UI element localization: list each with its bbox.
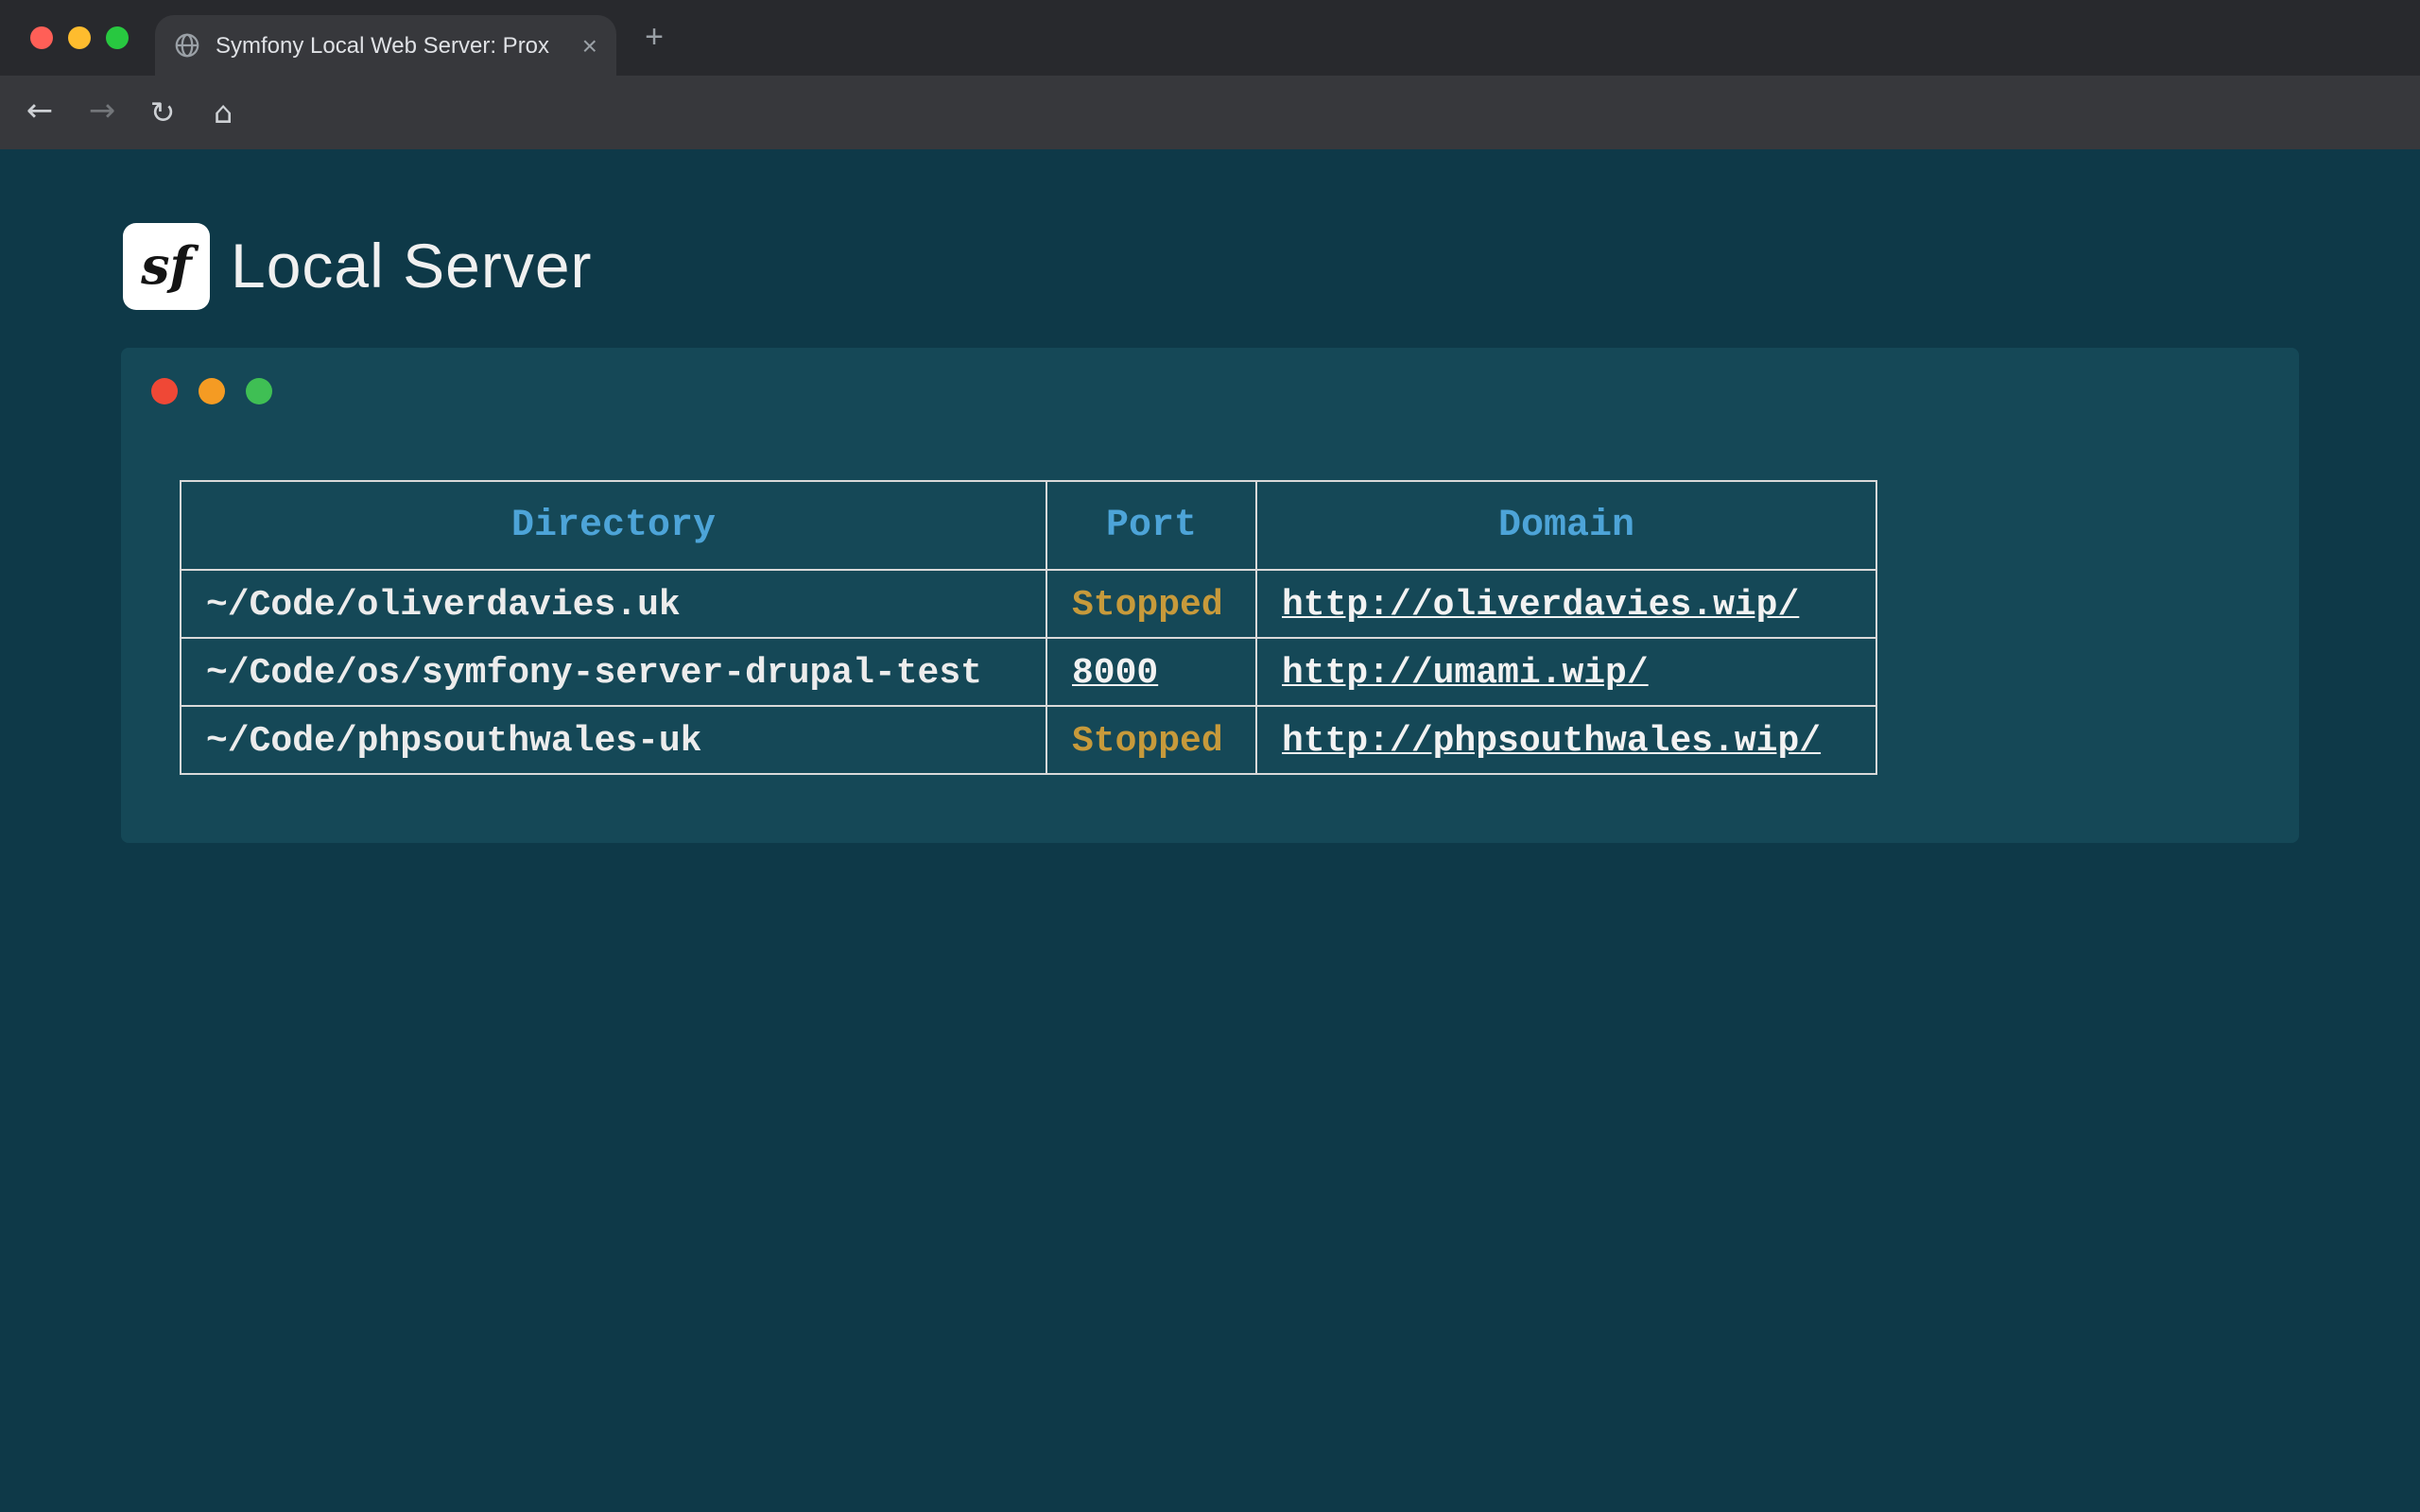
domain-cell: http://umami.wip/ [1256, 638, 1876, 706]
home-icon[interactable]: ⌂ [199, 76, 248, 149]
window-close-button[interactable] [30, 26, 53, 49]
reload-icon[interactable]: ↻ [138, 76, 187, 149]
page-title: Local Server [231, 223, 593, 310]
domain-link[interactable]: http://oliverdavies.wip/ [1282, 583, 1799, 625]
directory-cell: ~/Code/os/symfony-server-drupal-test [181, 638, 1046, 706]
directory-cell: ~/Code/phpsouthwales-uk [181, 706, 1046, 774]
panel-dot-red [151, 378, 178, 404]
table-row: ~/Code/os/symfony-server-drupal-test 800… [181, 638, 1876, 706]
port-status: Stopped [1046, 706, 1256, 774]
header-port: Port [1046, 481, 1256, 570]
new-tab-button[interactable]: + [631, 15, 677, 60]
window-zoom-button[interactable] [106, 26, 129, 49]
server-panel: Directory Port Domain ~/Code/oliverdavie… [121, 348, 2299, 843]
domain-link[interactable]: http://phpsouthwales.wip/ [1282, 719, 1821, 761]
panel-dot-orange [199, 378, 225, 404]
tab-favicon-globe-icon [174, 32, 200, 59]
table-row: ~/Code/phpsouthwales-uk Stopped http://p… [181, 706, 1876, 774]
browser-toolbar: ← → ↻ ⌂ i localhost:7080 ★ ••• ⚙ ⚙ U ⊚ ☁… [0, 76, 2420, 149]
table-row: ~/Code/oliverdavies.uk Stopped http://ol… [181, 570, 1876, 638]
symfony-logo: sf [123, 223, 210, 310]
tab-strip: Symfony Local Web Server: Prox × + [0, 0, 2420, 76]
tab-title: Symfony Local Web Server: Prox [216, 32, 567, 59]
tab-close-icon[interactable]: × [582, 32, 597, 59]
page-content: sf Local Server Directory Port Domain [0, 149, 2420, 1512]
header-domain: Domain [1256, 481, 1876, 570]
symfony-logo-text: sf [141, 237, 192, 296]
directory-cell: ~/Code/oliverdavies.uk [181, 570, 1046, 638]
table-header-row: Directory Port Domain [181, 481, 1876, 570]
active-tab[interactable]: Symfony Local Web Server: Prox × [155, 15, 616, 76]
domain-cell: http://oliverdavies.wip/ [1256, 570, 1876, 638]
back-icon[interactable]: ← [15, 76, 64, 149]
forward-icon[interactable]: → [78, 76, 127, 149]
port-link[interactable]: 8000 [1072, 651, 1158, 693]
port-cell: 8000 [1046, 638, 1256, 706]
window-minimize-button[interactable] [68, 26, 91, 49]
panel-dot-green [246, 378, 272, 404]
port-status: Stopped [1046, 570, 1256, 638]
domain-cell: http://phpsouthwales.wip/ [1256, 706, 1876, 774]
browser-window: Symfony Local Web Server: Prox × + ← → ↻… [0, 0, 2420, 1512]
servers-table: Directory Port Domain ~/Code/oliverdavie… [180, 480, 1877, 775]
domain-link[interactable]: http://umami.wip/ [1282, 651, 1649, 693]
header-directory: Directory [181, 481, 1046, 570]
